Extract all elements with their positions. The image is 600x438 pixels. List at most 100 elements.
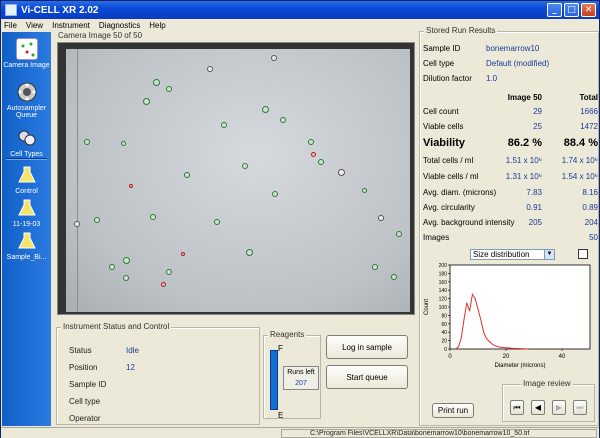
position-label: Position <box>69 363 98 372</box>
size-distribution-chart: 0 20 40 60 80 100 120 140 160 180 200 0 20 40 Diameter… <box>424 263 591 369</box>
status-value: Idle <box>126 346 139 355</box>
cell-count-image: 29 <box>533 107 542 116</box>
sidebar-item-camera-image[interactable]: Camera Image <box>2 38 51 69</box>
x-tick-label: 0 <box>448 354 452 360</box>
avg-diam-label: Avg. diam. (microns) <box>423 188 497 197</box>
start-queue-button[interactable]: Start queue <box>326 365 408 389</box>
y-tick-label: 20 <box>441 339 447 345</box>
viable-cell <box>280 117 286 123</box>
sidebar-item-11-19-03[interactable]: 11-19-03 <box>2 197 51 228</box>
log-in-sample-button[interactable]: Log in sample <box>326 335 408 359</box>
sample-id-value: bonemarrow10 <box>486 44 540 53</box>
unclassified-cell <box>74 221 80 227</box>
dead-cell <box>129 184 133 188</box>
menu-bar: File View Instrument Diagnostics Help <box>1 19 599 31</box>
viability-image: 86.2 % <box>507 137 542 149</box>
expand-chart-button[interactable] <box>578 249 588 259</box>
total-cells-ml-label: Total cells / ml <box>423 156 474 165</box>
x-tick-label: 20 <box>503 354 510 360</box>
avg-background-total: 204 <box>584 218 598 227</box>
viable-cell <box>242 163 248 169</box>
chart-type-select[interactable]: Size distribution ▼ <box>470 249 555 260</box>
unclassified-cell <box>338 169 345 176</box>
sidebar-item-label: Camera Image <box>3 62 50 69</box>
avg-circularity-total: 0.89 <box>582 203 598 212</box>
dead-cell <box>181 252 185 256</box>
menu-help[interactable]: Help <box>149 21 165 30</box>
total-cells-ml-total: 1.74 x 10⁶ <box>561 156 598 165</box>
viable-cell <box>94 217 100 223</box>
viable-cell <box>166 86 172 92</box>
window-title: Vi-CELL XR 2.02 <box>21 4 99 16</box>
unclassified-cell <box>271 55 277 61</box>
viable-cell <box>121 141 126 146</box>
chart-type-value: Size distribution <box>473 250 530 259</box>
close-button[interactable]: ✕ <box>581 3 596 17</box>
menu-view[interactable]: View <box>26 21 43 30</box>
dilution-value: 1.0 <box>486 74 498 83</box>
viable-cell <box>123 257 130 264</box>
sidebar-item-sample[interactable]: Sample_Bi... <box>2 230 51 261</box>
minimize-button[interactable]: _ <box>547 3 562 17</box>
camera-frame <box>57 42 415 315</box>
x-axis-label: Diameter (microns) <box>494 363 545 369</box>
unclassified-cell <box>207 66 213 72</box>
sidebar-item-control[interactable]: Control <box>2 164 51 195</box>
next-image-button[interactable]: ▶ <box>552 400 566 415</box>
viable-cell <box>214 219 220 225</box>
viable-cells-ml-image: 1.31 x 10⁶ <box>505 172 542 181</box>
viable-cell <box>150 214 156 220</box>
viable-cell <box>272 191 278 197</box>
y-tick-label: 160 <box>439 280 448 286</box>
viable-cell <box>184 172 190 178</box>
first-image-button[interactable]: ⏮ <box>510 400 524 415</box>
viable-cell <box>318 159 324 165</box>
unclassified-cell <box>378 215 384 221</box>
sidebar: Camera Image Autosampler Queue Cell Type… <box>2 32 51 426</box>
avg-circularity-label: Avg. circularity <box>423 203 475 212</box>
print-run-button[interactable]: Print run <box>432 403 474 418</box>
camera-image[interactable] <box>66 49 410 312</box>
images-total: 50 <box>589 233 598 242</box>
viable-cells-ml-label: Viable cells / ml <box>423 172 479 181</box>
viable-cell <box>123 275 129 281</box>
cell-type-label: Cell type <box>423 59 455 68</box>
plot-area <box>449 264 591 350</box>
avg-background-image: 205 <box>528 218 542 227</box>
menu-file[interactable]: File <box>4 21 17 30</box>
queue-icon <box>16 81 38 103</box>
sidebar-item-cell-types[interactable]: Cell Types <box>2 127 51 158</box>
flask-icon <box>16 197 38 219</box>
runs-left-value: 207 <box>295 380 307 387</box>
reagents-title: Reagents <box>268 330 307 339</box>
instrument-status-title: Instrument Status and Control <box>61 322 172 331</box>
y-tick-label: 180 <box>439 271 448 277</box>
cell-count-total: 1666 <box>580 107 598 116</box>
previous-image-button[interactable]: ◀ <box>531 400 545 415</box>
viable-cells-label: Viable cells <box>423 122 464 131</box>
y-tick-label: 0 <box>444 347 447 353</box>
y-tick-label: 80 <box>441 313 447 319</box>
menu-diagnostics[interactable]: Diagnostics <box>99 21 140 30</box>
avg-diam-image: 7.83 <box>526 188 542 197</box>
y-axis-label: Count <box>424 299 430 315</box>
y-tick-label: 100 <box>439 305 448 311</box>
viable-cell <box>246 249 253 256</box>
cell-count-label: Cell count <box>423 107 459 116</box>
sidebar-divider <box>6 158 47 160</box>
camera-icon <box>15 38 38 60</box>
viable-cell <box>153 79 160 86</box>
dilution-label: Dilution factor <box>423 74 472 83</box>
reagent-empty-label: E <box>278 411 284 420</box>
status-label: Status <box>69 346 92 355</box>
maximize-button[interactable]: □ <box>564 3 579 17</box>
cell-type-value: Default (modified) <box>486 59 550 68</box>
y-tick-label: 200 <box>439 263 448 269</box>
title-bar: Vi-CELL XR 2.02 _ □ ✕ <box>1 1 599 19</box>
sidebar-item-label: 11-19-03 <box>12 221 41 228</box>
last-image-button[interactable]: ⏭ <box>573 400 587 415</box>
sidebar-item-autosampler-queue[interactable]: Autosampler Queue <box>2 81 51 119</box>
runs-left-label: Runs left <box>287 369 315 376</box>
images-label: Images <box>423 233 450 242</box>
menu-instrument[interactable]: Instrument <box>52 21 90 30</box>
